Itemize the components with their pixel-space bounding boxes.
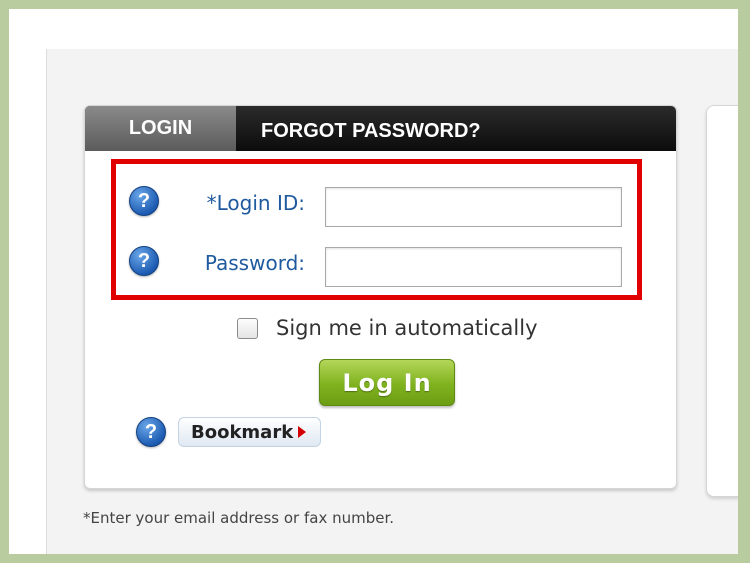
password-label: Password: xyxy=(204,251,305,275)
bookmark-button[interactable]: Bookmark xyxy=(178,417,322,447)
remember-me: Sign me in automatically xyxy=(237,316,538,340)
password-input[interactable] xyxy=(325,247,622,287)
login-panel: LOGIN FORGOT PASSWORD? ? *Login ID: ? Pa… xyxy=(84,105,677,489)
tab-forgot-password[interactable]: FORGOT PASSWORD? xyxy=(261,106,481,151)
remember-me-label[interactable]: Sign me in automatically xyxy=(276,316,538,340)
tab-login[interactable]: LOGIN xyxy=(85,106,236,151)
login-id-label: *Login ID: xyxy=(206,191,305,215)
screenshot-frame: LOGIN FORGOT PASSWORD? ? *Login ID: ? Pa… xyxy=(9,9,738,554)
login-button[interactable]: Log In xyxy=(319,359,455,406)
footnote: *Enter your email address or fax number. xyxy=(83,509,395,527)
tab-bar: LOGIN FORGOT PASSWORD? xyxy=(85,106,676,151)
bookmark-help-icon[interactable]: ? xyxy=(136,417,166,447)
side-panel xyxy=(706,105,738,497)
password-help-icon[interactable]: ? xyxy=(129,246,159,276)
remember-me-checkbox[interactable] xyxy=(237,317,258,339)
arrow-right-icon xyxy=(298,426,307,438)
login-id-input[interactable] xyxy=(325,187,622,227)
login-id-help-icon[interactable]: ? xyxy=(129,186,159,216)
bookmark-label: Bookmark xyxy=(191,421,294,443)
